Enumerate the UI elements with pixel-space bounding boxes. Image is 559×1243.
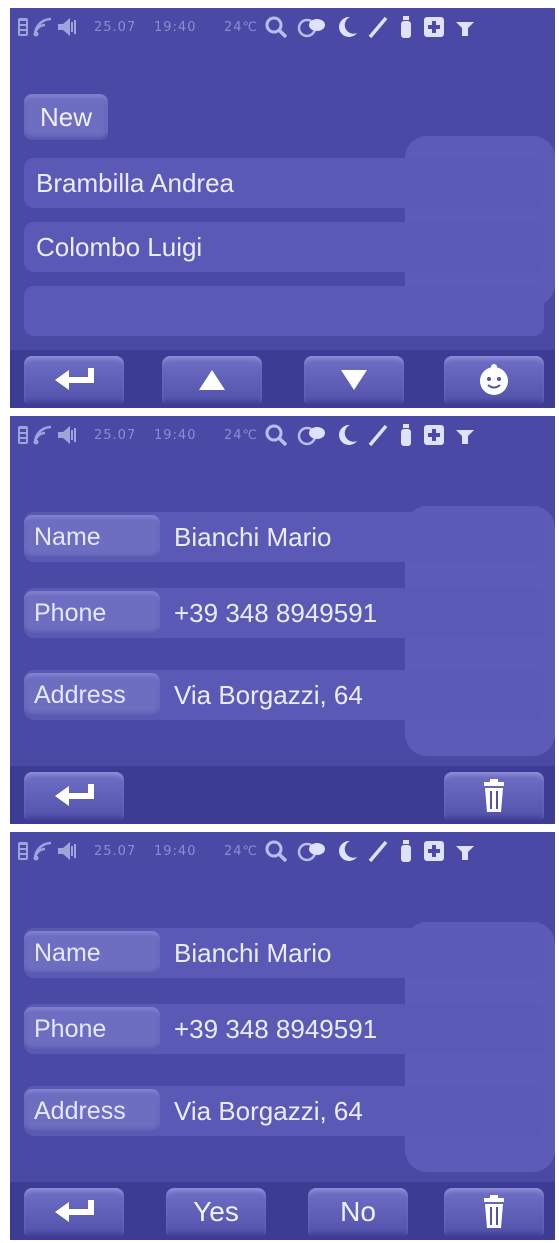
name-label: Name — [24, 515, 160, 559]
name-label: Name — [24, 931, 160, 975]
status-time: 19:40 — [154, 843, 197, 859]
address-value: Via Borgazzi, 64 — [174, 680, 363, 710]
contact-name: Brambilla Andrea — [36, 168, 234, 198]
pen-icon[interactable] — [367, 839, 389, 863]
delete-button[interactable] — [444, 1188, 544, 1236]
back-icon — [55, 1200, 94, 1222]
signal-icon — [33, 841, 52, 861]
scroll-down-button[interactable] — [304, 356, 404, 404]
moon-icon[interactable] — [336, 15, 358, 39]
bottom-bar: Yes No — [10, 1182, 555, 1240]
pen-icon[interactable] — [367, 423, 389, 447]
phone-label: Phone — [24, 591, 160, 635]
status-bar: 25.07 19:40 24℃ — [10, 8, 555, 46]
search-icon[interactable] — [264, 423, 288, 447]
bottle-icon[interactable] — [398, 839, 414, 863]
moon-icon[interactable] — [336, 423, 358, 447]
speaker-icon — [58, 426, 76, 444]
medical-cross-icon[interactable] — [423, 840, 445, 862]
status-time: 19:40 — [154, 19, 197, 35]
status-bar: 25.07 19:40 24℃ — [10, 416, 555, 454]
status-time: 19:40 — [154, 427, 197, 443]
contact-name: Colombo Luigi — [36, 232, 203, 262]
contact-row-empty[interactable] — [24, 286, 544, 336]
down-arrow-icon — [341, 370, 367, 390]
signal-icon — [33, 17, 52, 37]
delete-confirm-screen: 25.07 19:40 24℃ Name Bianchi Mario Phone… — [10, 832, 555, 1240]
speaker-icon — [58, 18, 76, 36]
address-label: Address — [24, 673, 160, 717]
battery-icon — [18, 842, 28, 860]
system-icons — [16, 424, 94, 446]
status-bar: 25.07 19:40 24℃ — [10, 832, 555, 870]
name-value: Bianchi Mario — [174, 522, 332, 552]
yes-button[interactable]: Yes — [166, 1188, 266, 1236]
battery-icon — [18, 18, 28, 36]
pen-icon[interactable] — [367, 15, 389, 39]
status-app-icons — [264, 839, 476, 863]
bottle-icon[interactable] — [398, 15, 414, 39]
antenna-icon[interactable] — [454, 840, 476, 862]
battery-icon — [18, 426, 28, 444]
speaker-icon — [58, 842, 76, 860]
search-icon[interactable] — [264, 839, 288, 863]
status-temperature: 24℃ — [224, 427, 259, 443]
phone-label: Phone — [24, 1007, 160, 1051]
trash-icon — [484, 779, 504, 812]
chat-icon[interactable] — [297, 839, 327, 863]
baby-face-icon — [480, 364, 508, 395]
contact-list-screen: 25.07 19:40 24℃ New Brambilla Andrea Col… — [10, 8, 555, 408]
bottom-bar — [10, 350, 555, 408]
status-temperature: 24℃ — [224, 843, 259, 859]
up-arrow-icon — [199, 370, 225, 390]
search-icon[interactable] — [264, 15, 288, 39]
moon-icon[interactable] — [336, 839, 358, 863]
contact-detail-screen: 25.07 19:40 24℃ Name Bianchi Mario Phone… — [10, 416, 555, 824]
bottom-bar — [10, 766, 555, 824]
profile-button[interactable] — [444, 356, 544, 404]
chat-icon[interactable] — [297, 423, 327, 447]
back-icon — [55, 784, 94, 806]
status-app-icons — [264, 15, 476, 39]
medical-cross-icon[interactable] — [423, 16, 445, 38]
system-icons — [16, 16, 94, 38]
bottle-icon[interactable] — [398, 423, 414, 447]
status-date: 25.07 — [94, 19, 137, 35]
chat-icon[interactable] — [297, 15, 327, 39]
new-contact-button[interactable]: New — [24, 94, 108, 140]
status-date: 25.07 — [94, 843, 137, 859]
delete-button[interactable] — [444, 772, 544, 820]
signal-icon — [33, 425, 52, 445]
no-button[interactable]: No — [308, 1188, 408, 1236]
antenna-icon[interactable] — [454, 424, 476, 446]
scroll-up-button[interactable] — [162, 356, 262, 404]
back-button[interactable] — [24, 356, 124, 404]
system-icons — [16, 840, 94, 862]
medical-cross-icon[interactable] — [423, 424, 445, 446]
name-value: Bianchi Mario — [174, 938, 332, 968]
status-app-icons — [264, 423, 476, 447]
phone-value[interactable]: +39 348 8949591 — [174, 588, 377, 638]
address-value: Via Borgazzi, 64 — [174, 1096, 363, 1126]
status-date: 25.07 — [94, 427, 137, 443]
back-button[interactable] — [24, 772, 124, 820]
address-label: Address — [24, 1089, 160, 1133]
status-temperature: 24℃ — [224, 19, 259, 35]
trash-icon — [484, 1195, 504, 1228]
phone-value[interactable]: +39 348 8949591 — [174, 1004, 377, 1054]
back-button[interactable] — [24, 1188, 124, 1236]
back-icon — [55, 368, 94, 390]
antenna-icon[interactable] — [454, 16, 476, 38]
